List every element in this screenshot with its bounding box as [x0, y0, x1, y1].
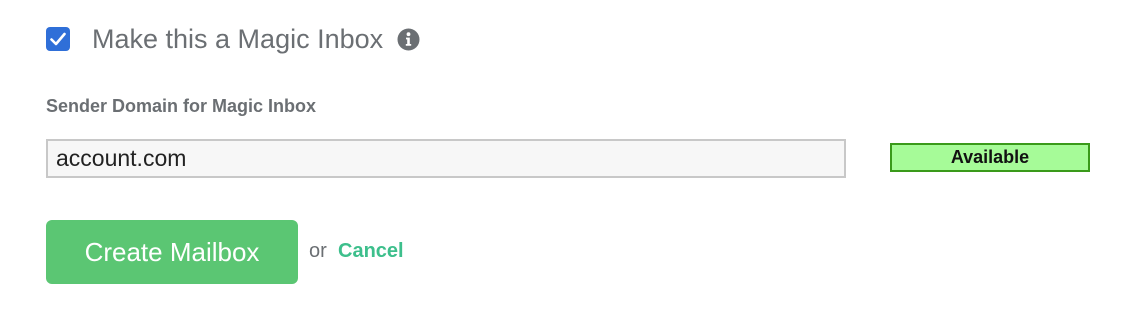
magic-inbox-row: Make this a Magic Inbox — [46, 22, 420, 56]
sender-domain-input[interactable] — [46, 139, 846, 178]
sender-domain-label: Sender Domain for Magic Inbox — [46, 96, 317, 116]
create-mailbox-button[interactable]: Create Mailbox — [46, 220, 298, 284]
or-text: or — [309, 240, 327, 262]
checkmark-icon — [50, 32, 66, 46]
cancel-link[interactable]: Cancel — [338, 240, 404, 263]
info-icon[interactable] — [397, 28, 420, 51]
magic-inbox-checkbox[interactable] — [46, 27, 70, 51]
domain-status-badge: Available — [890, 143, 1090, 172]
magic-inbox-label[interactable]: Make this a Magic Inbox — [92, 24, 383, 55]
